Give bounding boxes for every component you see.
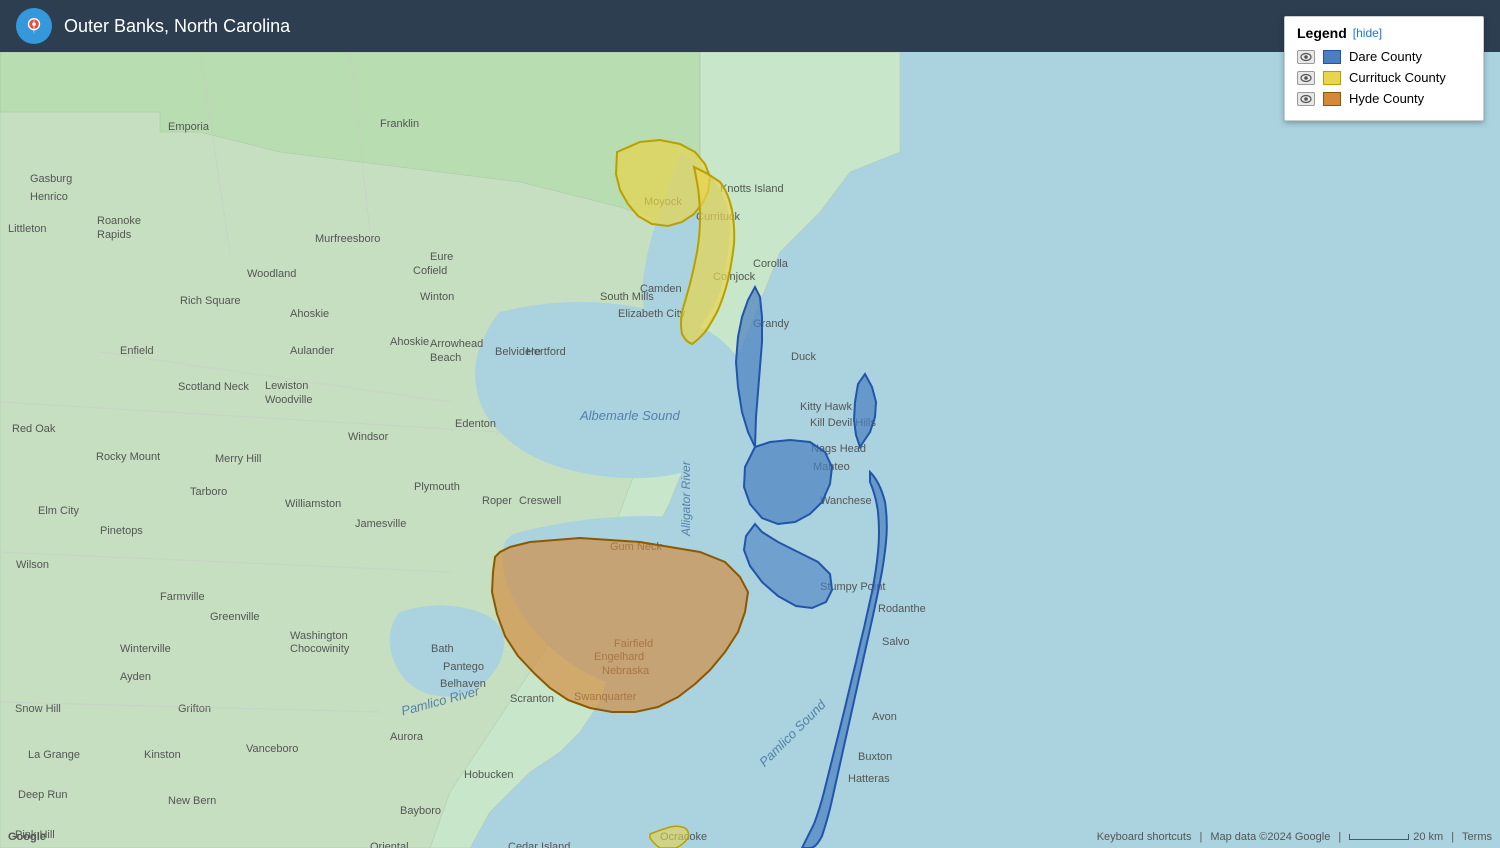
legend-header: Legend [hide] — [1297, 25, 1471, 41]
page-title: Outer Banks, North Carolina — [64, 16, 290, 37]
svg-text:Aulander: Aulander — [290, 345, 334, 357]
svg-text:Hertford: Hertford — [526, 346, 566, 358]
svg-text:Henrico: Henrico — [30, 191, 68, 203]
svg-text:Salvo: Salvo — [882, 636, 910, 648]
svg-text:Aurora: Aurora — [390, 731, 424, 743]
svg-text:Pink Hill: Pink Hill — [15, 829, 55, 841]
svg-text:Winton: Winton — [420, 291, 454, 303]
svg-text:Gasburg: Gasburg — [30, 173, 72, 185]
svg-text:Kitty Hawk: Kitty Hawk — [800, 401, 852, 413]
svg-text:Rich Square: Rich Square — [180, 295, 241, 307]
svg-text:Grifton: Grifton — [178, 703, 211, 715]
svg-text:Pantego: Pantego — [443, 661, 484, 673]
legend-eye-currituck[interactable] — [1297, 71, 1315, 85]
svg-text:Pinetops: Pinetops — [100, 525, 143, 537]
svg-text:Washington: Washington — [290, 630, 348, 642]
svg-text:Hatteras: Hatteras — [848, 773, 890, 785]
legend-hide-button[interactable]: [hide] — [1353, 26, 1382, 40]
svg-text:Scotland Neck: Scotland Neck — [178, 381, 249, 393]
legend-item-dare: Dare County — [1297, 49, 1471, 64]
legend-color-dare — [1323, 50, 1341, 64]
svg-text:Creswell: Creswell — [519, 495, 561, 507]
svg-text:Alligator River: Alligator River — [679, 460, 693, 537]
svg-text:Lewiston: Lewiston — [265, 380, 308, 392]
svg-text:Cedar Island: Cedar Island — [508, 841, 570, 848]
svg-text:Elizabeth City: Elizabeth City — [618, 308, 686, 320]
svg-text:Corolla: Corolla — [753, 258, 789, 270]
svg-text:Arrowhead: Arrowhead — [430, 338, 483, 350]
svg-text:Bayboro: Bayboro — [400, 805, 441, 817]
svg-text:Kinston: Kinston — [144, 749, 181, 761]
legend-color-hyde — [1323, 92, 1341, 106]
svg-text:Buxton: Buxton — [858, 751, 892, 763]
svg-text:Windsor: Windsor — [348, 431, 389, 443]
svg-text:Edenton: Edenton — [455, 418, 496, 430]
svg-text:Roper: Roper — [482, 495, 512, 507]
svg-text:Scranton: Scranton — [510, 693, 554, 705]
legend-label-currituck: Currituck County — [1349, 70, 1446, 85]
svg-text:New Bern: New Bern — [168, 795, 216, 807]
svg-text:Williamston: Williamston — [285, 498, 341, 510]
svg-text:Emporia: Emporia — [168, 121, 210, 133]
svg-text:Rocky Mount: Rocky Mount — [96, 451, 160, 463]
svg-text:Chocowinity: Chocowinity — [290, 643, 350, 655]
svg-text:Hobucken: Hobucken — [464, 769, 514, 781]
svg-text:Duck: Duck — [791, 351, 817, 363]
app-logo — [16, 8, 52, 44]
svg-text:Littleton: Littleton — [8, 223, 47, 235]
legend-item-currituck: Currituck County — [1297, 70, 1471, 85]
svg-text:Franklin: Franklin — [380, 118, 419, 130]
svg-text:Camden: Camden — [640, 283, 682, 295]
svg-text:Jamesville: Jamesville — [355, 518, 406, 530]
svg-text:Albemarle Sound: Albemarle Sound — [579, 408, 680, 423]
legend-color-currituck — [1323, 71, 1341, 85]
svg-text:Farmville: Farmville — [160, 591, 205, 603]
map-container[interactable]: Emporia Franklin Gasburg Henrico Roanoke… — [0, 52, 1500, 848]
svg-text:Tarboro: Tarboro — [190, 486, 227, 498]
svg-text:Merry Hill: Merry Hill — [215, 453, 261, 465]
svg-text:La Grange: La Grange — [28, 749, 80, 761]
svg-text:Ahoskie: Ahoskie — [390, 336, 429, 348]
svg-text:Beach: Beach — [430, 352, 461, 364]
svg-text:Cofield: Cofield — [413, 265, 447, 277]
svg-text:Winterville: Winterville — [120, 643, 171, 655]
legend-label-dare: Dare County — [1349, 49, 1422, 64]
svg-text:Oriental: Oriental — [370, 841, 409, 848]
app-header: Outer Banks, North Carolina — [0, 0, 1500, 52]
svg-text:Greenville: Greenville — [210, 611, 260, 623]
legend-eye-dare[interactable] — [1297, 50, 1315, 64]
legend-item-hyde: Hyde County — [1297, 91, 1471, 106]
keyboard-shortcuts-link[interactable]: Keyboard shortcuts — [1097, 831, 1192, 843]
svg-text:Wilson: Wilson — [16, 559, 49, 571]
svg-text:Ahoskie: Ahoskie — [290, 308, 329, 320]
svg-text:Elm City: Elm City — [38, 505, 79, 517]
terms-link[interactable]: Terms — [1462, 831, 1492, 843]
legend-panel: Legend [hide] Dare County Currituck Count… — [1284, 16, 1484, 121]
svg-text:Snow Hill: Snow Hill — [15, 703, 61, 715]
legend-eye-hyde[interactable] — [1297, 92, 1315, 106]
svg-text:Deep Run: Deep Run — [18, 789, 68, 801]
legend-title: Legend — [1297, 25, 1347, 41]
legend-items: Dare County Currituck County Hyde County — [1297, 49, 1471, 106]
svg-text:Rodanthe: Rodanthe — [878, 603, 926, 615]
svg-text:Avon: Avon — [872, 711, 897, 723]
svg-text:Eure: Eure — [430, 251, 453, 263]
svg-text:Rapids: Rapids — [97, 229, 132, 241]
svg-text:Wanchese: Wanchese — [820, 495, 872, 507]
svg-text:Knotts Island: Knotts Island — [720, 183, 784, 195]
svg-text:Bath: Bath — [431, 643, 454, 655]
svg-text:Red Oak: Red Oak — [12, 423, 56, 435]
svg-text:Woodland: Woodland — [247, 268, 296, 280]
svg-text:Ayden: Ayden — [120, 671, 151, 683]
svg-text:Roanoke: Roanoke — [97, 215, 141, 227]
svg-text:Vanceboro: Vanceboro — [246, 743, 298, 755]
svg-text:Plymouth: Plymouth — [414, 481, 460, 493]
svg-text:Woodville: Woodville — [265, 394, 313, 406]
svg-text:Murfreesboro: Murfreesboro — [315, 233, 380, 245]
legend-label-hyde: Hyde County — [1349, 91, 1424, 106]
